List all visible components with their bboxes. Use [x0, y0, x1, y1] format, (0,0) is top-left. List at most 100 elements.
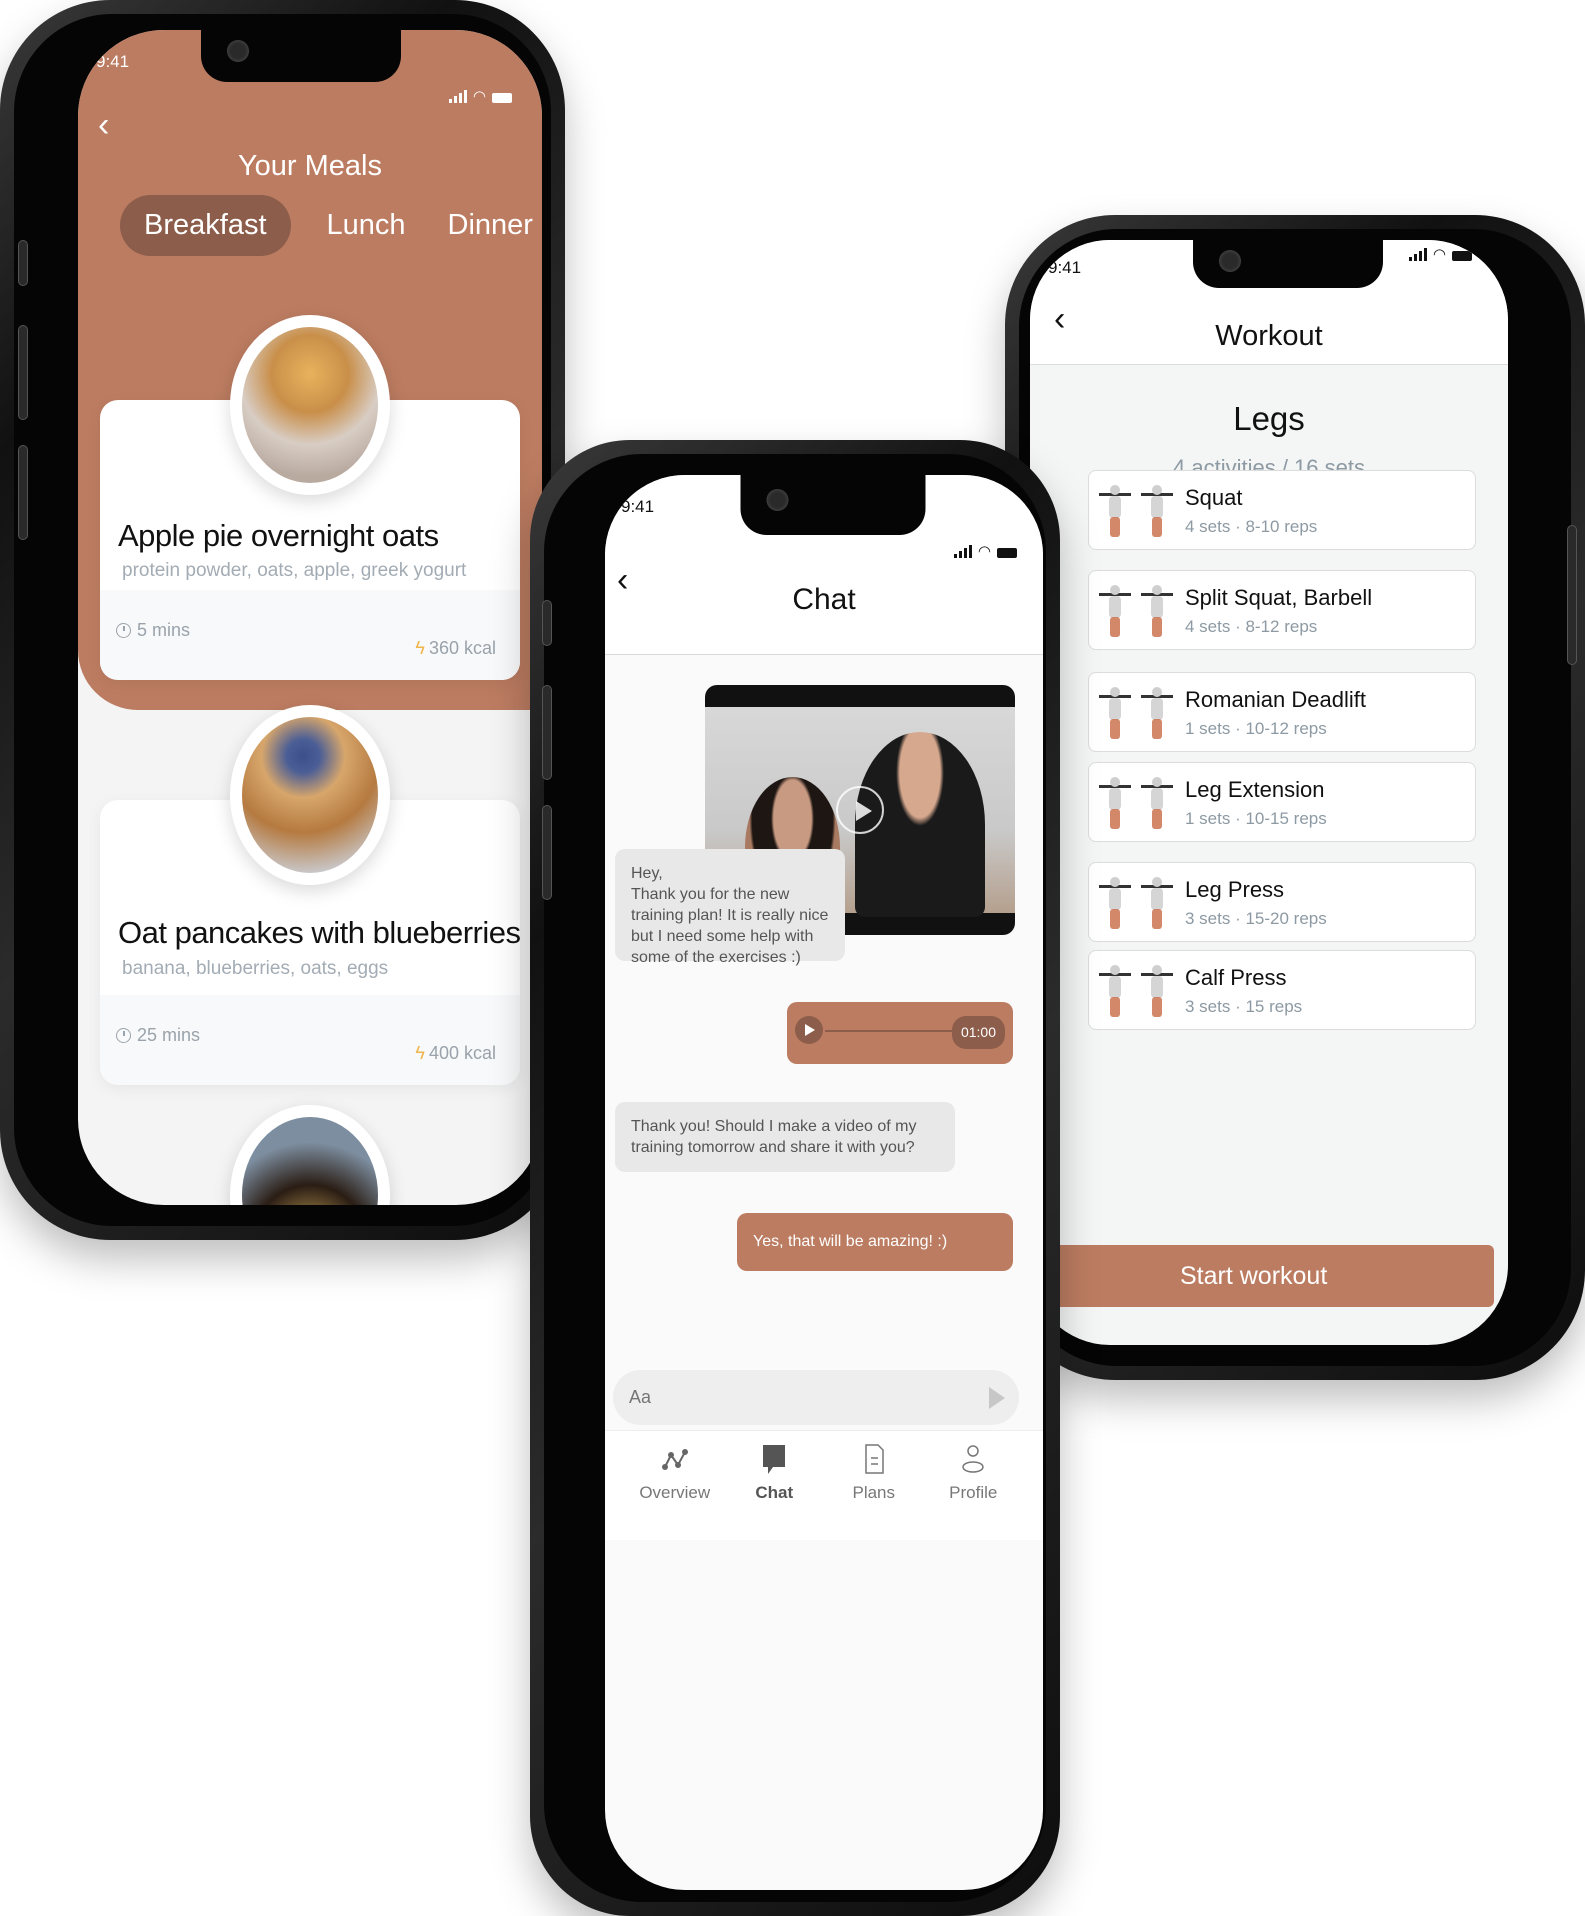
page-title: Your Meals	[237, 150, 382, 182]
exercise-meta: 3 sets · 15 reps	[1185, 997, 1302, 1017]
signal-icon	[1408, 248, 1427, 261]
exercise-card[interactable]: Squat 4 sets · 8-10 reps	[1088, 470, 1476, 550]
status-icons: ◠	[953, 544, 1017, 559]
meal-kcal-label: 360 kcal	[428, 638, 496, 658]
exercise-name: Leg Press	[1185, 877, 1285, 902]
battery-icon	[492, 93, 512, 103]
exercise-figure-icon	[1099, 483, 1131, 539]
exercise-card[interactable]: Leg Extension 1 sets · 10-15 reps	[1088, 762, 1476, 842]
outgoing-message: Yes, that will be amazing! :)	[737, 1213, 1013, 1271]
meals-screen: 9:41 ◠ ‹ Your Meals Breakfast Lunch Dinn…	[78, 30, 542, 1205]
clock-icon	[116, 1028, 131, 1043]
separator-dot: ·	[1230, 719, 1246, 738]
exercise-card[interactable]: Leg Press 3 sets · 15-20 reps	[1088, 862, 1476, 942]
meal-kcal-label: 400 kcal	[428, 1043, 496, 1063]
tab-plans[interactable]: Plans	[829, 1431, 919, 1540]
exercise-figure-icon	[1099, 685, 1131, 741]
tab-label: Profile	[949, 1483, 998, 1502]
audio-message[interactable]: 01:00	[787, 1002, 1013, 1064]
exercise-meta: 4 sets · 8-12 reps	[1185, 617, 1317, 637]
exercise-reps: 8-10 reps	[1245, 517, 1318, 536]
separator-dot: ·	[1230, 809, 1246, 828]
exercise-sets: 3 sets	[1185, 909, 1231, 928]
tab-breakfast[interactable]: Breakfast	[120, 195, 291, 256]
tab-chat[interactable]: Chat	[729, 1431, 819, 1540]
audio-progress-track[interactable]	[825, 1030, 953, 1032]
volume-down-button	[18, 445, 28, 540]
message-input[interactable]	[629, 1370, 959, 1425]
meal-ingredients: protein powder, oats, apple, greek yogur…	[122, 560, 467, 581]
meal-prep-time: 5 mins	[116, 620, 190, 641]
separator-dot: ·	[1230, 517, 1246, 536]
exercise-figure-icon	[1099, 583, 1131, 639]
send-icon[interactable]	[989, 1387, 1005, 1409]
meal-name: Oat pancakes with blueberries	[118, 915, 521, 950]
exercise-thumbnails	[1099, 583, 1179, 639]
signal-icon	[448, 90, 467, 103]
exercise-meta: 1 sets · 10-12 reps	[1185, 719, 1327, 739]
status-time: 9:41	[1048, 258, 1082, 277]
meal-ingredients: banana, blueberries, oats, eggs	[122, 958, 389, 979]
audio-duration: 01:00	[951, 1016, 1005, 1049]
workout-group-title: Legs	[1233, 400, 1305, 437]
bottom-tab-bar: Overview Chat Plans Profile	[605, 1430, 1043, 1540]
status-icons: ◠	[1408, 247, 1472, 262]
exercise-reps: 10-12 reps	[1245, 719, 1327, 738]
volume-up-button	[18, 325, 28, 420]
exercise-figure-icon	[1141, 875, 1173, 931]
volume-down-button	[542, 805, 552, 900]
battery-icon	[997, 548, 1017, 558]
exercise-figure-icon	[1141, 775, 1173, 831]
page-title: Workout	[1215, 320, 1323, 352]
tab-lunch[interactable]: Lunch	[321, 195, 412, 256]
meal-time-label: 5 mins	[137, 620, 191, 640]
notch	[200, 30, 401, 82]
exercise-name: Romanian Deadlift	[1185, 687, 1366, 712]
audio-play-icon[interactable]	[795, 1016, 823, 1044]
exercise-figure-icon	[1099, 875, 1131, 931]
exercise-name: Leg Extension	[1185, 777, 1325, 802]
chat-screen: 9:41 ◠ ‹ Chat Hey, Thank you for the new…	[605, 475, 1043, 1890]
front-camera	[1219, 250, 1242, 272]
exercise-thumbnails	[1099, 963, 1179, 1019]
back-chevron-icon[interactable]: ‹	[98, 108, 109, 142]
tab-dinner[interactable]: Dinner	[442, 195, 539, 256]
notch	[1193, 240, 1384, 288]
meal-calories: ϟ 400 kcal	[415, 1043, 496, 1064]
battery-icon	[1452, 251, 1472, 261]
tab-overview[interactable]: Overview	[630, 1431, 720, 1540]
start-workout-button[interactable]: Start workout	[1050, 1245, 1494, 1307]
meal-name: Apple pie overnight oats	[118, 518, 439, 553]
tab-label: Chat	[755, 1483, 794, 1502]
lightning-icon: ϟ	[415, 638, 425, 658]
exercise-sets: 1 sets	[1185, 809, 1231, 828]
exercise-meta: 3 sets · 15-20 reps	[1185, 909, 1327, 929]
exercise-card[interactable]: Split Squat, Barbell 4 sets · 8-12 reps	[1088, 570, 1476, 650]
tab-label: Overview	[639, 1483, 711, 1502]
volume-up-button	[542, 685, 552, 780]
mute-switch	[18, 240, 28, 286]
pancakes-image	[230, 705, 390, 885]
exercise-sets: 1 sets	[1185, 719, 1231, 738]
incoming-message: Hey, Thank you for the new training plan…	[615, 849, 845, 966]
tab-profile[interactable]: Profile	[928, 1431, 1018, 1540]
page-title: Chat	[792, 583, 856, 616]
exercise-figure-icon	[1099, 963, 1131, 1019]
exercise-figure-icon	[1141, 685, 1173, 741]
exercise-thumbnails	[1099, 685, 1179, 741]
tab-label: Plans	[852, 1483, 896, 1502]
notch	[740, 475, 926, 535]
exercise-figure-icon	[1141, 583, 1173, 639]
rice-bowl-image	[230, 1105, 390, 1205]
meal-tabs: Breakfast Lunch Dinner	[120, 195, 539, 256]
play-icon[interactable]	[836, 786, 884, 834]
exercise-card[interactable]: Romanian Deadlift 1 sets · 10-12 reps	[1088, 672, 1476, 752]
exercise-name: Calf Press	[1185, 965, 1287, 990]
incoming-message: Thank you! Should I make a video of my t…	[615, 1102, 955, 1172]
exercise-card[interactable]: Calf Press 3 sets · 15 reps	[1088, 950, 1476, 1030]
exercise-reps: 15 reps	[1245, 997, 1303, 1016]
exercise-reps: 15-20 reps	[1245, 909, 1327, 928]
exercise-figure-icon	[1141, 963, 1173, 1019]
exercise-meta: 1 sets · 10-15 reps	[1185, 809, 1327, 829]
exercise-reps: 8-12 reps	[1245, 617, 1318, 636]
